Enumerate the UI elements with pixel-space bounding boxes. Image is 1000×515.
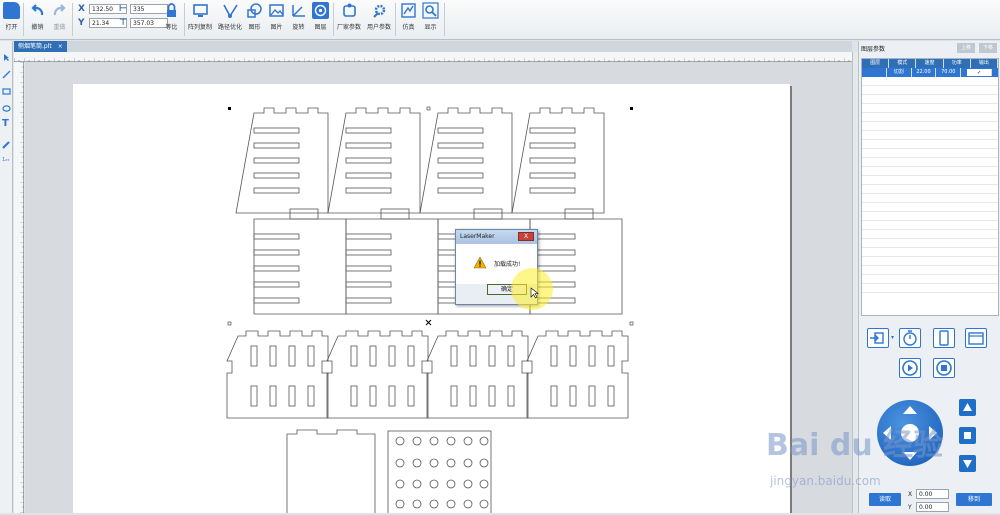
redo-button[interactable]: 重做 [51,2,68,31]
layer-menu[interactable]: 图层 [312,2,329,31]
left-toolbar: T 1₂₃ [0,41,13,513]
open-folder-button[interactable] [965,328,987,348]
shape-menu[interactable]: 图形 [246,2,263,31]
x-position-input[interactable]: 0.00 [916,489,949,499]
stop-button[interactable] [933,358,955,378]
gear-icon [371,2,388,19]
z-up-button[interactable] [959,399,976,416]
file-button[interactable] [933,328,955,348]
drawing-canvas[interactable] [25,62,852,513]
width-field: ⊢ 335 [119,4,168,14]
horizontal-ruler [14,52,852,62]
tab-close-icon[interactable]: × [58,41,63,52]
user-params-button[interactable]: 用户参数 [367,2,391,31]
display-menu[interactable]: 显示 [422,2,439,31]
layer-row[interactable]: 切割 22.00 70.00 ✓ [862,68,998,77]
cut-drawing [226,106,634,513]
array-copy-button[interactable]: 阵列复制 [188,2,212,31]
ruler-ticks-vertical [14,62,24,513]
width-icon: ⊢ [119,4,128,14]
lock-icon [163,2,180,19]
line-tool-icon[interactable] [2,70,11,79]
undo-icon [29,2,46,19]
file-icon [939,330,949,346]
lock-ratio-button[interactable]: 等比 [163,2,180,31]
work-page[interactable] [73,84,790,513]
connect-dropdown-icon[interactable]: ▾ [891,334,894,341]
folder-icon [3,2,20,19]
number-tool-icon[interactable]: 1₂₃ [2,157,11,166]
pen-tool-icon[interactable] [2,140,11,149]
text-tool-icon[interactable]: T [2,119,11,129]
dialog-titlebar: LaserMaker X [456,230,537,244]
connect-button[interactable] [867,328,889,348]
vendor-params-button[interactable]: 厂家参数 [337,2,361,31]
open-button[interactable]: 打开 [3,2,20,31]
dialog-close-button[interactable]: X [518,232,534,241]
z-home-button[interactable] [959,427,976,444]
square-icon [964,432,971,439]
redo-icon [51,2,68,19]
image-menu[interactable]: 图片 [268,2,285,31]
folder-outline-icon [968,332,984,345]
vertical-ruler [14,62,24,513]
layer-panel-title: 图层参数 [861,46,886,53]
select-arrow-icon[interactable] [2,53,11,62]
undo-button[interactable]: 撤销 [29,2,46,31]
height-field: ⊤ 357.03 [119,18,168,28]
monitor-icon [192,2,209,19]
magnifier-icon [422,2,439,19]
timer-button[interactable] [899,328,921,348]
ellipse-tool-icon[interactable] [2,104,11,113]
read-button[interactable]: 读取 [869,493,901,506]
mouse-pointer-icon [530,287,539,299]
start-button[interactable] [899,358,921,378]
layer-table: 图层 模式 速度 功率 输出 切割 22.00 70.00 ✓ [861,58,999,316]
stopwatch-icon [903,330,917,346]
layer-table-header: 图层 模式 速度 功率 输出 [862,59,999,68]
connect-icon [870,332,884,344]
rectangle-tool-icon[interactable] [2,87,11,96]
document-tab[interactable]: 侧烟笔筒.plt × [14,41,67,52]
warning-icon [473,256,487,269]
ruler-ticks [14,52,852,62]
rotate-menu[interactable]: 旋转 [290,2,307,31]
simulate-button[interactable]: 仿真 [400,2,417,31]
main-toolbar: 打开 撤销 重做 X 132.50 Y 21.34 ⊢ 335 ⊤ 357.03… [0,0,1000,40]
path-node-icon [222,2,239,19]
z-down-button[interactable] [959,455,976,472]
height-icon: ⊤ [119,18,128,28]
watermark-url: jingyan.baidu.com [770,474,881,488]
move-down-button[interactable]: 下移 [979,43,997,53]
image-icon [268,2,285,19]
document-tabbar: 侧烟笔筒.plt × [14,41,852,52]
layer-color-swatch [862,68,887,77]
layers-icon [312,2,329,19]
simulate-icon [400,2,417,19]
play-icon [902,360,918,376]
arrow-up-icon [963,403,972,411]
watermark-logo: Bai du 经验 [766,428,944,463]
rotate-icon [290,2,307,19]
shapes-icon [246,2,263,19]
y-position-input[interactable]: 0.00 [916,502,949,512]
dialog-message: 加载成功! [494,261,521,268]
arrow-down-icon [963,460,972,468]
move-up-button[interactable]: 上移 [957,43,975,53]
puzzle-icon [341,2,358,19]
path-optimize-button[interactable]: 路径优化 [218,2,242,31]
move-to-button[interactable]: 移到 [956,493,992,506]
stop-icon [936,360,952,376]
output-checkbox[interactable]: ✓ [967,69,992,76]
